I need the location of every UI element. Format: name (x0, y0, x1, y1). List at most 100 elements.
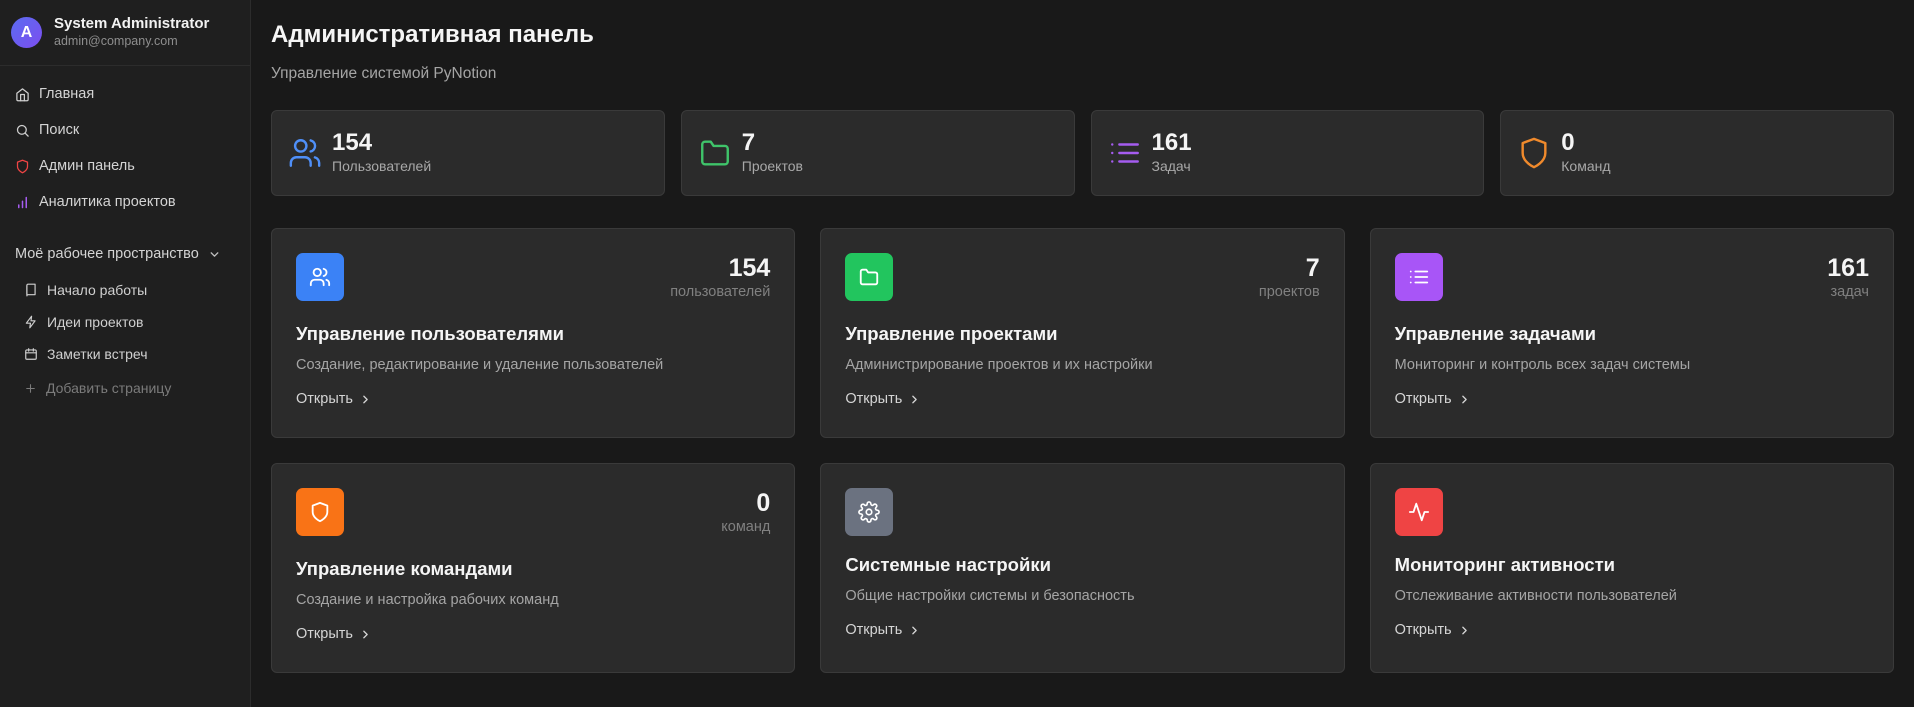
page-label: Начало работы (47, 282, 148, 298)
open-label: Открыть (845, 622, 903, 638)
stat-tasks: 161 Задач (1090, 110, 1485, 196)
card-icon (1394, 488, 1443, 536)
stat-users: 154 Пользователей (271, 110, 665, 196)
nav-item-home[interactable]: Главная (0, 76, 250, 112)
stats-row: 154 Пользователей 7 Проектов 161 Задач 0… (271, 110, 1894, 196)
stat-label: Задач (1151, 158, 1191, 174)
card-description: Создание и настройка рабочих команд (296, 592, 559, 608)
chevron-right-icon (1461, 626, 1467, 634)
card-description: Администрирование проектов и их настройк… (845, 357, 1153, 373)
add-page-label: Добавить страницу (46, 380, 172, 396)
open-label: Открыть (1394, 391, 1452, 407)
users-icon (289, 139, 321, 167)
stat-teams: 0 Команд (1500, 110, 1894, 196)
gear-icon (858, 501, 881, 523)
card-description: Общие настройки системы и безопасность (845, 588, 1135, 604)
shield-icon (311, 501, 329, 523)
workspace-title: Моё рабочее пространство (15, 246, 199, 262)
open-link[interactable]: Открыть (1395, 622, 1471, 638)
open-link[interactable]: Открыть (296, 391, 372, 407)
nav-label: Поиск (39, 122, 80, 138)
open-label: Открыть (1394, 622, 1452, 638)
stat-label: Проектов (741, 158, 803, 174)
card-icon (845, 253, 894, 301)
nav-label: Админ панель (39, 158, 135, 174)
card-project-management[interactable]: 7 проектов Управление проектами Админист… (820, 228, 1345, 438)
workspace-toggle[interactable]: Моё рабочее пространство (0, 236, 250, 272)
stat-label: Пользователей (332, 158, 432, 174)
card-count-label: задач (1830, 284, 1869, 300)
card-system-settings[interactable]: Системные настройки Общие настройки сист… (820, 463, 1345, 673)
chevron-right-icon (363, 630, 368, 638)
nav-label: Главная (39, 86, 95, 102)
home-icon (16, 87, 29, 101)
shield-icon (1521, 137, 1547, 169)
nav-item-search[interactable]: Поиск (0, 112, 250, 148)
card-activity-monitoring[interactable]: Мониторинг активности Отслеживание актив… (1369, 463, 1894, 673)
card-icon (1394, 253, 1443, 301)
card-title: Управление командами (296, 558, 513, 579)
card-count-label: пользователей (670, 284, 771, 300)
card-task-management[interactable]: 161 задач Управление задачами Мониторинг… (1369, 228, 1894, 438)
open-link[interactable]: Открыть (296, 626, 372, 642)
open-link[interactable]: Открыть (1395, 391, 1471, 407)
folder-icon (700, 140, 729, 166)
stat-value: 154 (332, 129, 373, 156)
plus-icon (26, 383, 35, 393)
chevron-right-icon (363, 395, 368, 403)
stat-value: 161 (1151, 129, 1192, 156)
card-description: Мониторинг и контроль всех задач системы (1394, 357, 1691, 373)
chevron-right-icon (1461, 395, 1467, 403)
nav-item-admin[interactable]: Админ панель (0, 148, 250, 184)
card-user-management[interactable]: 154 пользователей Управление пользовател… (271, 228, 796, 438)
card-icon (296, 253, 344, 301)
page-item-meeting-notes[interactable]: Заметки встреч (0, 338, 250, 370)
user-email: admin@company.com (54, 34, 178, 48)
card-title: Мониторинг активности (1394, 554, 1616, 575)
open-label: Открыть (296, 626, 353, 642)
lightning-icon (25, 315, 36, 329)
nav-label: Аналитика проектов (39, 194, 176, 210)
folder-icon (860, 268, 879, 286)
card-title: Управление пользователями (296, 323, 565, 344)
card-description: Создание, редактирование и удаление поль… (296, 357, 664, 373)
nav-item-analytics[interactable]: Аналитика проектов (0, 184, 250, 220)
sidebar: A System Administrator admin@company.com… (0, 0, 251, 707)
open-link[interactable]: Открыть (845, 391, 921, 407)
calendar-icon (25, 348, 37, 360)
card-title: Управление задачами (1394, 323, 1597, 344)
open-label: Открыть (296, 391, 353, 407)
list-icon (1409, 270, 1428, 284)
stat-label: Команд (1561, 158, 1611, 174)
chevron-down-icon (210, 251, 219, 257)
card-title: Управление проектами (845, 323, 1058, 344)
card-description: Отслеживание активности пользователей (1394, 588, 1677, 604)
card-count: 0 (756, 489, 771, 517)
users-icon (309, 267, 331, 287)
workspace-pages: Начало работы Идеи проектов Заметки встр… (0, 272, 250, 406)
card-icon (296, 488, 344, 536)
avatar: A (11, 17, 42, 48)
open-link[interactable]: Открыть (845, 622, 921, 638)
page-subtitle: Управление системой PyNotion (271, 65, 497, 82)
stat-value: 7 (741, 129, 756, 156)
add-page-button[interactable]: Добавить страницу (0, 370, 250, 406)
card-count-label: команд (721, 519, 771, 535)
card-count-label: проектов (1258, 284, 1320, 300)
stat-value: 0 (1561, 129, 1575, 156)
open-label: Открыть (845, 391, 903, 407)
card-count: 7 (1305, 254, 1320, 282)
chevron-right-icon (912, 395, 918, 403)
list-icon (1110, 143, 1139, 163)
search-icon (16, 124, 29, 137)
book-icon (26, 283, 36, 297)
chevron-right-icon (912, 626, 918, 634)
page-item-getting-started[interactable]: Начало работы (0, 274, 250, 306)
card-title: Системные настройки (845, 554, 1051, 575)
card-team-management[interactable]: 0 команд Управление командами Создание и… (271, 463, 796, 673)
shield-icon (16, 159, 29, 173)
page-item-ideas[interactable]: Идеи проектов (0, 306, 250, 338)
user-profile[interactable]: A System Administrator admin@company.com (0, 0, 250, 66)
activity-icon (1408, 502, 1429, 522)
card-count: 161 (1827, 254, 1869, 282)
